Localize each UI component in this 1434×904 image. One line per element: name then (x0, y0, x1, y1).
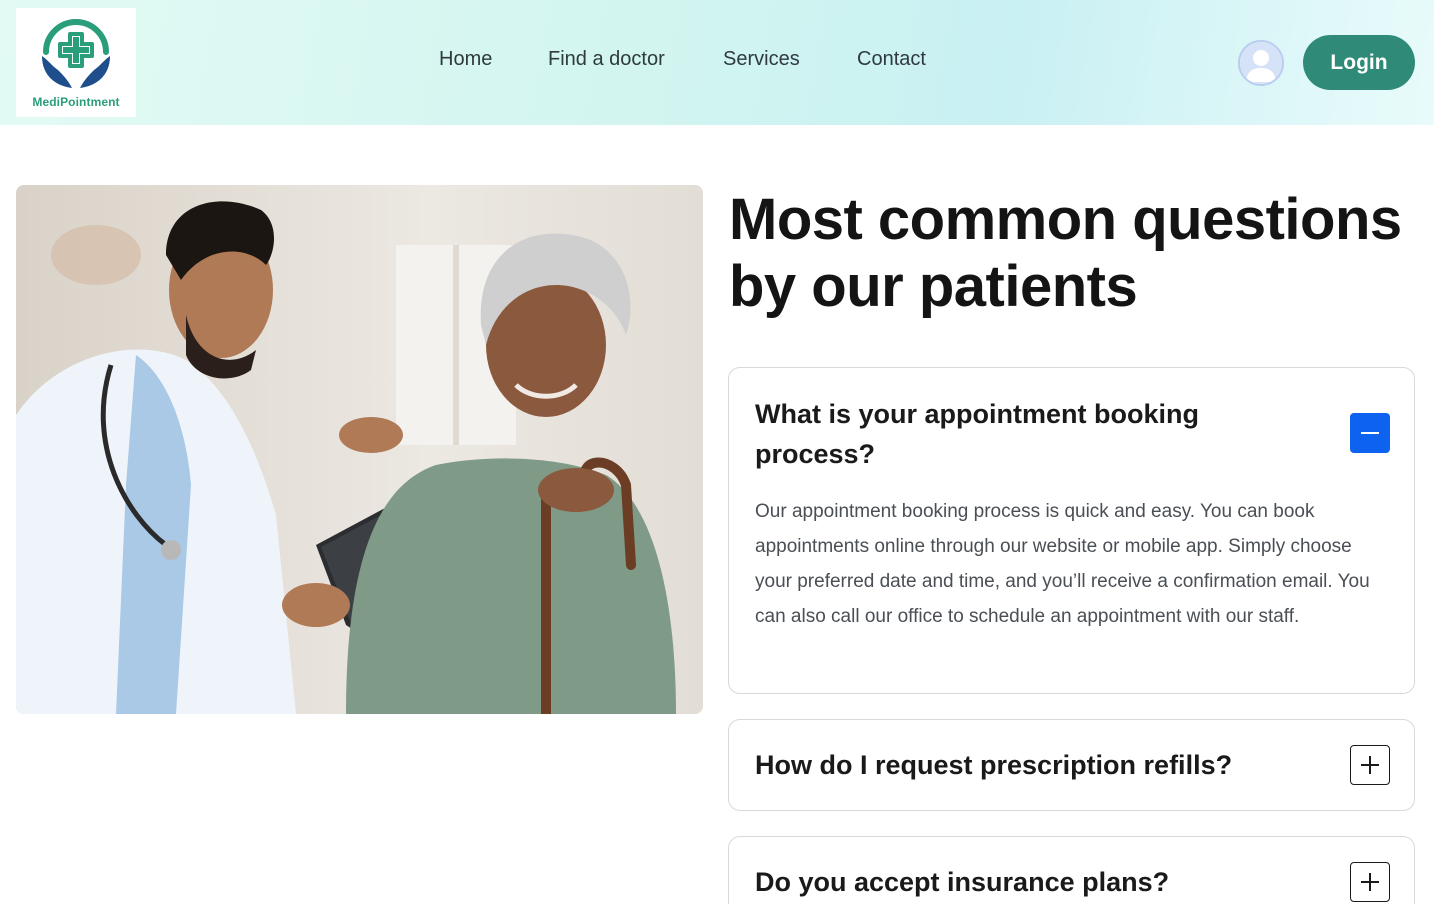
nav-item-home[interactable]: Home (439, 48, 492, 71)
nav-item-contact[interactable]: Contact (857, 48, 926, 71)
plus-icon[interactable] (1350, 862, 1390, 902)
brand-logo[interactable]: MediPointment (16, 8, 136, 117)
faq-item-expanded: What is your appointment booking process… (728, 367, 1415, 694)
doctor-patient-photo (16, 185, 703, 714)
minus-icon[interactable] (1350, 413, 1390, 453)
nav-item-services[interactable]: Services (723, 48, 800, 71)
faq-item-collapsed: Do you accept insurance plans? (728, 836, 1415, 904)
user-avatar-icon[interactable] (1238, 40, 1284, 86)
faq-title: Most common questions by our patients (729, 187, 1402, 319)
faq-question[interactable]: What is your appointment booking process… (755, 394, 1295, 474)
plus-icon[interactable] (1350, 745, 1390, 785)
site-header: MediPointment Home Find a doctor Service… (0, 0, 1434, 125)
logo-icon (42, 19, 110, 88)
faq-question[interactable]: Do you accept insurance plans? (755, 862, 1335, 902)
faq-question[interactable]: How do I request prescription refills? (755, 745, 1335, 785)
login-button[interactable]: Login (1303, 35, 1415, 90)
brand-name: MediPointment (32, 95, 120, 109)
nav-item-find-a-doctor[interactable]: Find a doctor (548, 48, 665, 71)
faq-answer: Our appointment booking process is quick… (755, 501, 1370, 627)
faq-item-collapsed: How do I request prescription refills? (728, 719, 1415, 811)
